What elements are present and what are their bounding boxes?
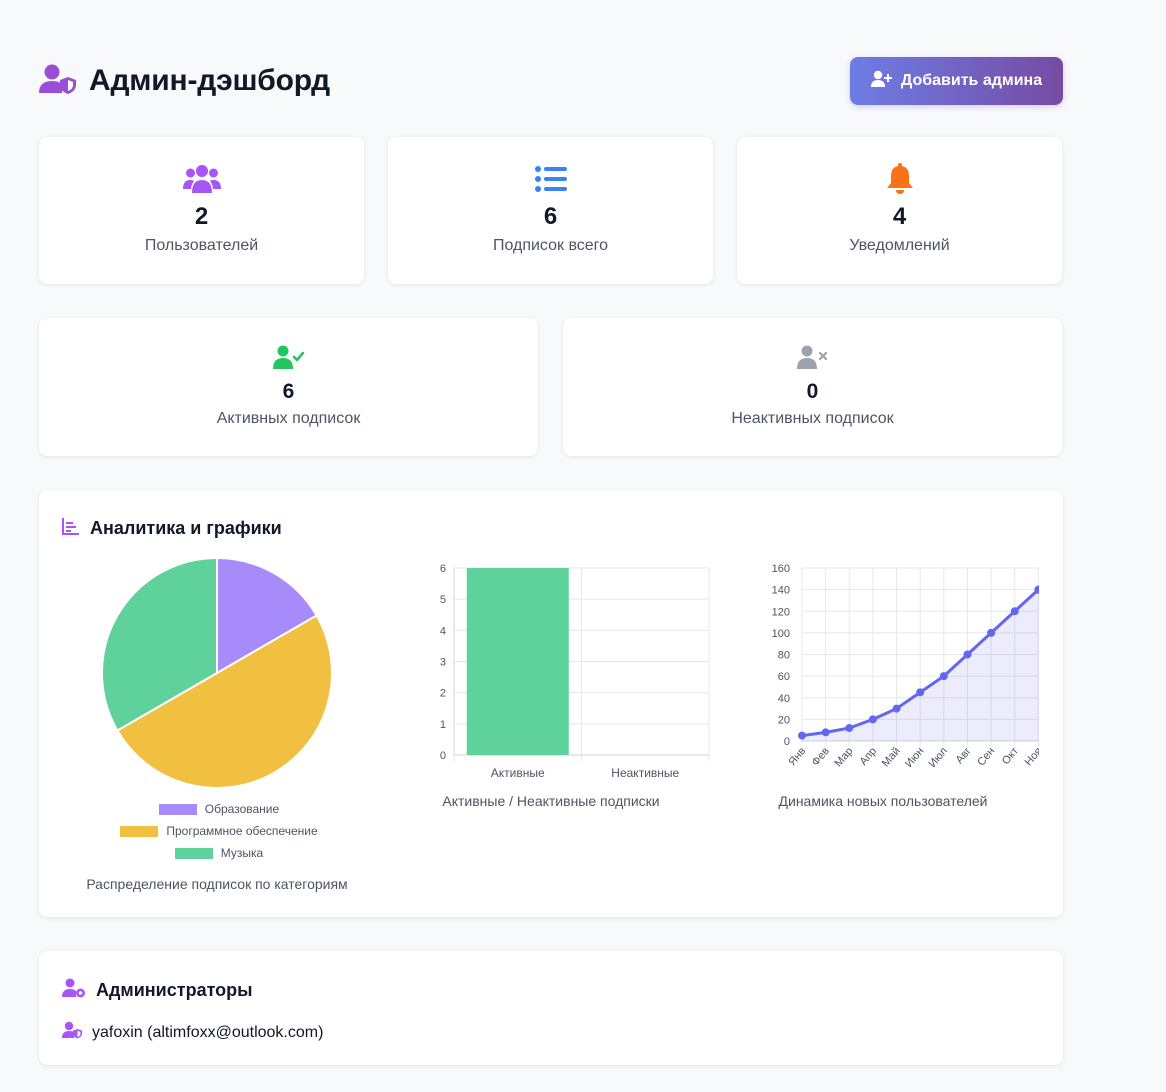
legend-item[interactable]: Музыка [99,842,339,864]
y-tick-label: 160 [772,563,790,575]
header: Админ-дэшборд Добавить админа [39,57,1063,105]
data-point [1010,607,1019,616]
y-tick-label: 5 [440,594,446,606]
y-tick-label: 1 [440,719,446,731]
x-tick-label: Июл [927,745,951,770]
subscriptions-label: Подписок всего [492,237,609,254]
admins-card: Администраторы yafoxin (altimfoxx@outloo… [39,951,1063,1065]
chart-bar-icon [62,517,80,540]
users-icon [182,161,221,197]
pie-chart [101,556,333,789]
data-point [892,704,901,713]
y-tick-label: 3 [440,657,446,669]
x-tick-label: Ноя [1023,745,1039,768]
x-tick-label: Активные [491,766,545,780]
stat-card-active: 6 Активных подписок [39,318,538,456]
y-tick-label: 2 [440,688,446,700]
line-chart: 0 20 40 60 80 100 120 140 160 Янв Фев Мар Апр Май Июн И… [772,563,1039,770]
pie-legend: Образование Программное обеспечение Музы… [99,798,339,864]
user-x-icon [796,344,829,372]
legend-swatch [158,803,197,815]
admins-title: Администраторы [96,980,253,1000]
data-point [963,650,972,659]
inactive-count: 0 [806,380,819,403]
user-shield-icon [62,1021,82,1044]
x-tick-label: Июн [903,745,926,770]
x-tick-label: Сен [975,745,997,768]
y-tick-label: 140 [772,585,790,597]
y-tick-label: 20 [778,714,790,726]
y-tick-label: 0 [440,750,446,762]
list-icon [534,161,567,197]
y-tick-label: 6 [440,563,446,575]
admin-shield-icon [39,63,77,100]
data-point [798,731,806,740]
data-point [868,715,877,724]
active-count: 6 [282,380,295,403]
pie-caption: Распределение подписок по категориям [86,876,348,892]
legend-item[interactable]: Программное обеспечение [99,820,339,842]
legend-label: Музыка [220,846,264,860]
page-title: Админ-дэшборд [89,64,330,97]
x-tick-label: Окт [1000,745,1021,767]
y-tick-label: 100 [772,628,790,640]
title-wrap: Админ-дэшборд [39,63,330,100]
x-tick-label: Май [880,745,903,769]
stat-card-notifications: 4 Уведомлений [737,137,1062,284]
legend-label: Программное обеспечение [166,824,318,838]
inactive-label: Неактивных подписок [731,410,894,427]
notifications-count: 4 [892,203,907,230]
data-point [821,728,830,737]
user-gear-icon [62,978,86,1003]
data-point [845,724,854,733]
add-admin-label: Добавить админа [900,72,1043,89]
bar [466,568,569,755]
bell-icon [885,161,915,197]
analytics-title-row: Аналитика и графики [62,517,282,540]
legend-label: Образование [204,802,280,816]
x-tick-label: Фев [810,745,832,768]
bar-caption: Активные / Неактивные подписки [442,793,660,809]
users-count: 2 [194,203,209,230]
y-tick-label: 80 [778,650,790,662]
y-tick-label: 4 [440,625,446,637]
notifications-label: Уведомлений [849,237,950,254]
legend-item[interactable]: Образование [99,798,339,820]
x-tick-label: Неактивные [611,766,679,780]
data-point [916,688,925,697]
line-caption: Динамика новых пользователей [778,793,988,809]
x-tick-label: Мар [833,745,856,769]
user-check-icon [272,344,305,372]
data-point [939,672,948,681]
legend-swatch [120,825,159,837]
legend-swatch [174,847,213,859]
y-tick-label: 120 [772,606,790,618]
y-tick-label: 40 [778,693,790,705]
stat-card-users: 2 Пользователей [39,137,364,284]
y-tick-label: 0 [784,736,790,748]
admin-list-item: yafoxin (altimfoxx@outlook.com) [62,1021,323,1044]
admins-title-row: Администраторы [62,978,253,1003]
user-plus-icon [870,70,893,93]
stat-card-inactive: 0 Неактивных подписок [563,318,1062,456]
data-point [987,628,996,637]
x-tick-label: Апр [858,745,880,768]
bar-chart: 0 1 2 3 4 5 6 Активные Неактивные [440,563,710,780]
admin-name: yafoxin (altimfoxx@outlook.com) [92,1023,324,1041]
active-label: Активных подписок [216,410,361,427]
analytics-title: Аналитика и графики [90,518,282,538]
subscriptions-count: 6 [543,203,558,230]
add-admin-button[interactable]: Добавить админа [850,57,1063,105]
users-label: Пользователей [144,237,259,254]
stat-card-subscriptions: 6 Подписок всего [388,137,713,284]
y-tick-label: 60 [778,671,790,683]
x-tick-label: Янв [786,745,808,768]
x-tick-label: Авг [954,745,974,766]
analytics-card: Аналитика и графики Образование Программ… [39,490,1063,917]
